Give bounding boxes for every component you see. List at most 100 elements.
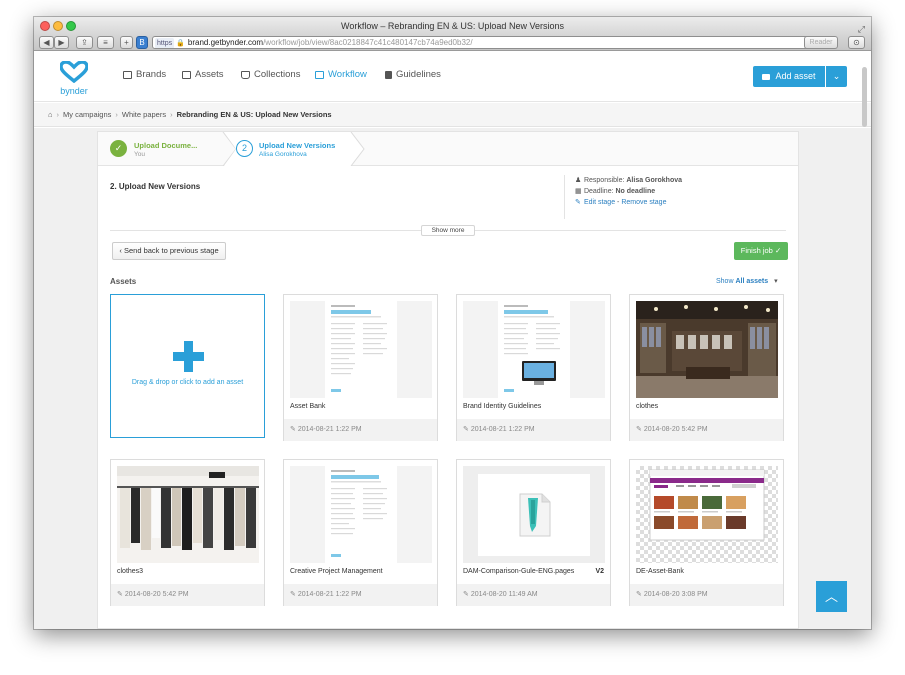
asset-name: DE-Asset-Bank [636,568,684,575]
nav-assets[interactable]: Assets [182,69,224,80]
show-more-button[interactable]: Show more [421,225,475,236]
asset-card[interactable]: Asset Bank ✎ 2014-08-21 1:22 PM [283,294,438,441]
logo-text: bynder [60,86,88,96]
file-preview [478,474,590,556]
lock-icon: 🔒 [176,40,185,47]
asset-name: DAM-Comparison-Gule-ENG.pages [463,568,575,575]
finish-job-label: Finish job [740,246,773,255]
chevron-down-icon: ⌄ [832,71,841,81]
downloads-icon[interactable]: ⊙ [848,36,865,49]
calendar-icon: ▦ [575,188,582,195]
https-badge: https [155,38,175,48]
asset-card[interactable]: Brand Identity Guidelines ✎ 2014-08-21 1… [456,294,611,441]
finish-job-button[interactable]: Finish job ✓ [734,242,788,260]
show-filter-dropdown[interactable]: Show All assets ▾ [716,277,778,285]
nav-label: Workflow [328,69,367,80]
address-bar[interactable]: https 🔒 brand.getbynder.com/workflow/job/v… [152,36,835,49]
asset-thumbnail [636,301,778,398]
asset-card[interactable]: clothes ✎ 2014-08-20 5:42 PM [629,294,784,441]
send-back-label: Send back to previous stage [123,246,219,255]
window-title: Workflow – Rebranding EN & US: Upload Ne… [341,21,564,31]
nav-label: Assets [195,69,224,80]
home-icon[interactable]: ⌂ [48,110,53,119]
pencil-icon: ✎ [463,591,471,598]
edit-stage-link[interactable]: Edit stage [584,199,615,206]
nav-label: Guidelines [396,69,441,80]
content-area: ✓ Upload Docume... You 2 Upload New Vers… [34,128,871,629]
nav-collections[interactable]: Collections [241,69,300,80]
nav-guidelines[interactable]: Guidelines [385,69,441,80]
zoom-window-button[interactable] [66,21,76,31]
pencil-icon: ✎ [290,426,298,433]
scroll-to-top-button[interactable]: ︿ [816,581,847,612]
stage-2[interactable]: 2 Upload New Versions Alisa Gorokhova [236,132,364,166]
check-square-icon [315,70,324,79]
wrench-icon: ✎ [575,199,581,206]
nav-brands[interactable]: Brands [123,69,166,80]
stage-1[interactable]: ✓ Upload Docume... You [98,132,223,166]
breadcrumb-item[interactable]: My campaigns [63,110,111,119]
bookmarks-icon[interactable]: ≡ [97,36,114,49]
asset-name: Asset Bank [290,403,326,410]
nav-workflow[interactable]: Workflow [315,69,367,80]
asset-thumbnail [463,301,605,398]
asset-footer: ✎ 2014-08-20 5:42 PM [630,419,783,441]
asset-date: 2014-08-21 1:22 PM [297,591,362,598]
send-back-button[interactable]: ‹ Send back to previous stage [112,242,226,260]
asset-name: clothes3 [117,568,144,575]
asset-thumbnail [463,466,605,563]
remove-stage-link[interactable]: Remove stage [621,199,666,206]
add-asset-label: Add asset [775,71,816,81]
bynder-logo[interactable]: bynder [59,60,89,96]
breadcrumb-item[interactable]: White papers [122,110,166,119]
stage-assignee: You [134,151,145,158]
dropzone-text: Drag & drop or click to add an asset [131,379,244,386]
minimize-window-button[interactable] [53,21,63,31]
close-window-button[interactable] [40,21,50,31]
store-photo [636,301,778,398]
reader-button[interactable]: Reader [804,36,838,49]
show-label: Show [716,278,734,285]
check-icon: ✓ [110,140,127,157]
document-preview [498,301,570,398]
responsible-label: Responsible: [583,177,625,184]
asset-card[interactable]: clothes3 ✎ 2014-08-20 5:42 PM [110,459,265,606]
document-lines [504,305,560,392]
document-lines [331,470,387,557]
add-asset-dropdown-button[interactable]: ⌄ [826,66,847,87]
asset-footer: ✎ 2014-08-20 5:42 PM [111,584,264,606]
asset-name: Brand Identity Guidelines [463,403,542,410]
add-asset-dropzone[interactable]: Drag & drop or click to add an asset [110,294,265,438]
asset-thumbnail [117,466,259,563]
pages-file-icon [519,493,551,537]
responsible-value: Alisa Gorokhova [626,177,683,184]
asset-card[interactable]: Creative Project Management ✎ 2014-08-21… [283,459,438,606]
inbox-icon [241,70,250,79]
site-favicon-icon: B [136,36,148,49]
page-scrollbar[interactable] [862,67,867,127]
stage-info: ♟ Responsible: Alisa Gorokhova ▦ Deadlin… [564,175,799,219]
plus-icon [173,341,204,372]
forward-button[interactable]: ▶ [54,36,69,49]
new-tab-button[interactable]: + [120,36,133,49]
asset-date: 2014-08-20 5:42 PM [124,591,189,598]
show-value: All assets [735,278,769,285]
caret-down-icon: ▾ [774,278,778,285]
check-icon: ✓ [772,246,782,255]
asset-thumbnail [636,466,778,563]
share-icon[interactable]: ⇪ [76,36,93,49]
asset-card[interactable]: DAM-Comparison-Gule-ENG.pages V2 ✎ 2014-… [456,459,611,606]
stage-title: Upload New Versions [259,141,336,150]
asset-card[interactable]: DE-Asset-Bank ✎ 2014-08-20 3:08 PM [629,459,784,606]
app-header: bynder Brands Assets Collections Workflo… [34,52,871,102]
briefcase-icon [762,73,771,80]
pencil-icon: ✎ [117,591,125,598]
job-panel: ✓ Upload Docume... You 2 Upload New Vers… [97,131,799,629]
asset-thumbnail [290,301,432,398]
url-path: /workflow/job/view/8ac0218847c41c480147c… [263,38,473,47]
asset-name: clothes [636,403,659,410]
assets-heading: Assets [110,277,137,286]
back-button[interactable]: ◀ [39,36,54,49]
pencil-icon: ✎ [636,591,644,598]
add-asset-button[interactable]: Add asset [753,66,825,87]
